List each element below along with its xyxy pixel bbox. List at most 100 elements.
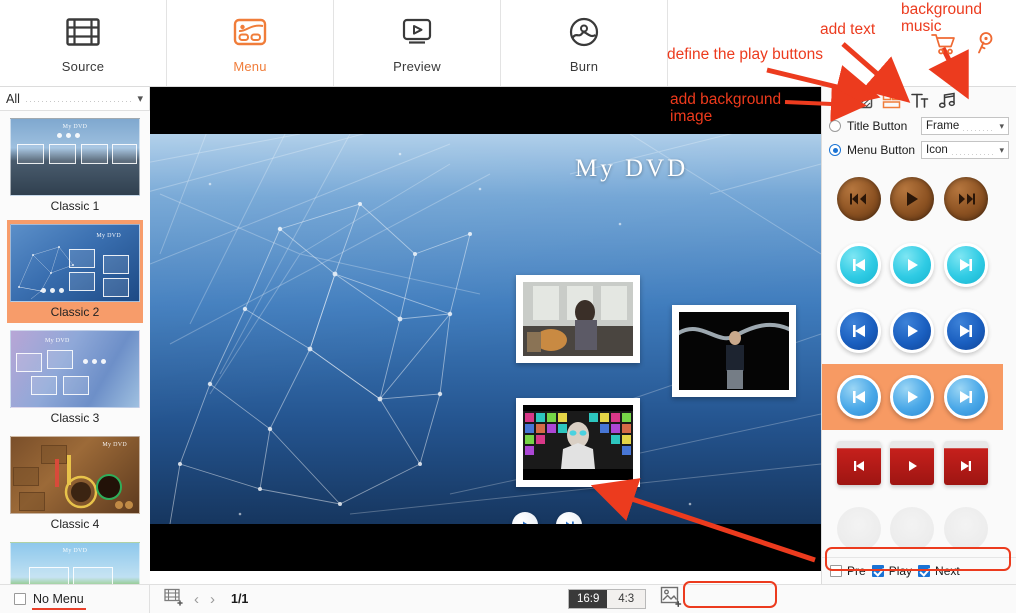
preview-play-button[interactable] <box>512 512 538 524</box>
next-label: Next <box>935 564 960 578</box>
lightblue-prev-button[interactable] <box>836 375 881 419</box>
ghost-prev-button[interactable] <box>836 507 881 547</box>
button-style-list[interactable] <box>822 166 1016 547</box>
title-button-row[interactable]: Title Button Frame ▾ <box>822 114 1016 138</box>
title-button-style-value: Frame <box>926 120 960 132</box>
cyan-play-button[interactable] <box>890 243 935 287</box>
template-thumb-frames <box>11 331 139 407</box>
menu-template-icon <box>233 12 267 52</box>
aspect-ratio-4-3[interactable]: 4:3 <box>607 590 646 608</box>
red-next-button[interactable] <box>944 441 989 485</box>
button-style-row-cyan[interactable] <box>822 232 1003 298</box>
tab-menu[interactable]: Menu <box>167 0 334 86</box>
pre-checkbox[interactable] <box>830 565 842 577</box>
background-music-icon[interactable] <box>938 91 957 110</box>
top-toolbar: Source Menu Preview Burn <box>0 0 1016 87</box>
ghost-next-button[interactable] <box>944 507 989 547</box>
template-item-classic-3[interactable]: My DVD Classic 3 <box>7 326 143 429</box>
no-menu-checkbox[interactable] <box>14 593 26 605</box>
next-visibility-item[interactable]: Next <box>918 564 960 578</box>
lightblue-play-button[interactable] <box>890 375 935 419</box>
pre-label: Pre <box>847 564 866 578</box>
aspect-ratio-toggle[interactable]: 16:9 4:3 <box>568 589 647 609</box>
cyan-next-button[interactable] <box>944 243 989 287</box>
template-thumb-frames <box>11 225 139 301</box>
play-visibility-item[interactable]: Play <box>871 564 913 578</box>
menu-button-row[interactable]: Menu Button Icon ▾ <box>822 138 1016 162</box>
chevron-down-icon: ▾ <box>999 120 1004 131</box>
menu-button-style-dropdown[interactable]: Icon ▾ <box>921 141 1009 159</box>
bottom-bar-center: 16:9 4:3 <box>568 586 682 612</box>
template-filter-dropdown[interactable]: All ▾ <box>0 87 149 111</box>
template-filter-value: All <box>6 91 20 106</box>
pre-visibility-item[interactable]: Pre <box>830 564 866 578</box>
video-thumb-2[interactable] <box>668 301 800 401</box>
template-thumb-frames <box>11 119 139 195</box>
menu-button-style-value: Icon <box>926 144 948 156</box>
video-thumb-1[interactable] <box>512 271 644 367</box>
tab-burn[interactable]: Burn <box>501 0 668 86</box>
tab-burn-label: Burn <box>569 59 599 74</box>
collapse-panel-icon[interactable] <box>830 93 845 109</box>
navy-prev-button[interactable] <box>836 309 881 353</box>
red-prev-button[interactable] <box>836 441 881 485</box>
button-style-row-wood[interactable] <box>822 166 1003 232</box>
add-text-icon[interactable] <box>910 91 929 110</box>
filter-dots <box>25 101 132 102</box>
bottom-bar: ‹ › 1/1 16:9 4:3 <box>150 584 1016 613</box>
template-item-classic-1[interactable]: My DVD Classic 1 <box>7 114 143 217</box>
background-image-icon[interactable] <box>854 91 873 110</box>
menu-preview-area[interactable]: My DVD <box>150 87 821 571</box>
template-list[interactable]: My DVD Classic 1 My DVD Classic 2 My DVD… <box>0 111 150 584</box>
navy-play-button[interactable] <box>890 309 935 353</box>
template-item-classic-2[interactable]: My DVD Classic 2 <box>7 220 143 323</box>
button-style-row-ghost[interactable] <box>822 496 1003 547</box>
tab-preview-label: Preview <box>393 59 441 74</box>
play-checkbox[interactable] <box>871 565 884 577</box>
template-item-classic-4[interactable]: My DVD Classic 4 <box>7 432 143 535</box>
burn-disc-icon <box>567 12 601 52</box>
next-page-button[interactable]: › <box>210 592 215 607</box>
video-thumb-3[interactable] <box>512 394 644 491</box>
video-thumb-2-image <box>679 312 789 390</box>
menu-button-radio[interactable] <box>829 144 841 156</box>
template-name: Classic 4 <box>50 517 100 531</box>
template-thumbnail: My DVD <box>10 224 140 302</box>
add-image-icon[interactable] <box>660 586 682 612</box>
chevron-down-icon: ▾ <box>999 144 1004 155</box>
menu-title-text[interactable]: My DVD <box>575 155 688 183</box>
add-film-icon[interactable] <box>164 588 183 611</box>
shopping-cart-icon[interactable] <box>931 32 957 61</box>
button-style-row-navy[interactable] <box>822 298 1003 364</box>
template-item-classic-5[interactable]: My DVD <box>7 538 143 584</box>
preview-next-button[interactable] <box>556 512 582 524</box>
button-style-row-red[interactable] <box>822 430 1003 496</box>
wood-prev-button[interactable] <box>836 177 881 221</box>
next-checkbox[interactable] <box>918 565 931 577</box>
play-label: Play <box>888 564 913 578</box>
navy-next-button[interactable] <box>944 309 989 353</box>
menu-canvas[interactable]: My DVD <box>150 134 821 524</box>
wood-play-button[interactable] <box>890 177 935 221</box>
preview-button-row <box>512 512 582 524</box>
wood-next-button[interactable] <box>944 177 989 221</box>
menu-properties-panel: Title Button Frame ▾ Menu Button Icon ▾ <box>821 87 1016 584</box>
play-buttons-icon[interactable] <box>882 91 901 110</box>
title-button-style-dropdown[interactable]: Frame ▾ <box>921 117 1009 135</box>
thumb-decor <box>55 455 133 509</box>
ghost-play-button[interactable] <box>890 507 935 547</box>
template-thumb-frames <box>11 543 139 584</box>
prev-page-button[interactable]: ‹ <box>194 592 199 607</box>
cyan-prev-button[interactable] <box>836 243 881 287</box>
button-style-row-lightblue[interactable] <box>822 364 1003 430</box>
lightblue-next-button[interactable] <box>944 375 989 419</box>
template-thumb-dots <box>83 359 106 364</box>
title-button-label: Title Button <box>847 119 908 133</box>
tab-preview[interactable]: Preview <box>334 0 501 86</box>
template-name: Classic 2 <box>50 305 100 319</box>
key-icon[interactable] <box>973 31 997 62</box>
aspect-ratio-16-9[interactable]: 16:9 <box>569 590 608 608</box>
tab-source[interactable]: Source <box>0 0 167 86</box>
red-play-button[interactable] <box>890 441 935 485</box>
title-button-radio[interactable] <box>829 120 841 132</box>
